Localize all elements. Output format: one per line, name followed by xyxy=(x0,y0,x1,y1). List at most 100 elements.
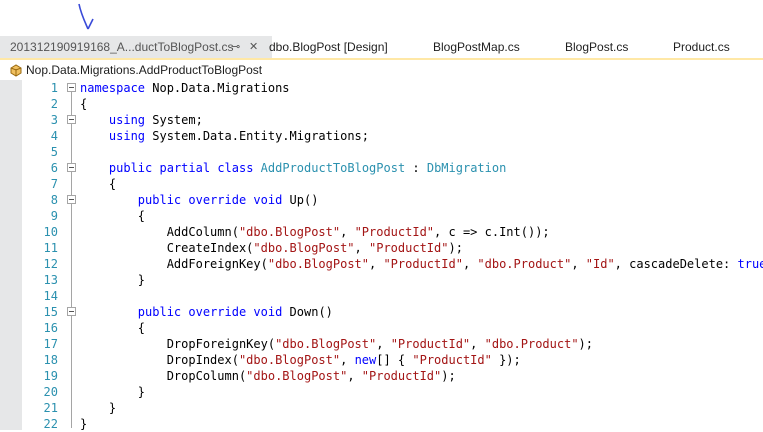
code-line[interactable]: 12 AddForeignKey("dbo.BlogPost", "Produc… xyxy=(0,256,763,272)
code-line[interactable]: 14 xyxy=(0,288,763,304)
code-token: , xyxy=(376,337,390,351)
code-token: "dbo.Product" xyxy=(485,337,579,351)
code-token: , xyxy=(571,257,585,271)
code-token: public xyxy=(138,305,181,319)
code-line[interactable]: 5 xyxy=(0,144,763,160)
line-number: 17 xyxy=(22,336,58,352)
collapse-icon[interactable] xyxy=(67,195,76,204)
tab-product[interactable]: Product.cs xyxy=(673,36,730,58)
code-text: public partial class AddProductToBlogPos… xyxy=(80,160,506,176)
code-line[interactable]: 11 CreateIndex("dbo.BlogPost", "ProductI… xyxy=(0,240,763,256)
code-line[interactable]: 6 public partial class AddProductToBlogP… xyxy=(0,160,763,176)
code-token: , cascadeDelete: xyxy=(615,257,738,271)
code-line[interactable]: 18 DropIndex("dbo.BlogPost", new[] { "Pr… xyxy=(0,352,763,368)
tab-blogpost-design[interactable]: dbo.BlogPost [Design] xyxy=(269,36,388,58)
code-token: using xyxy=(109,113,145,127)
code-token: DropForeignKey( xyxy=(80,337,275,351)
code-token: override xyxy=(188,305,246,319)
code-token: partial xyxy=(160,161,211,175)
code-token: "dbo.BlogPost" xyxy=(268,257,369,271)
code-token: , xyxy=(340,225,354,239)
line-number: 18 xyxy=(22,352,58,368)
code-token: } xyxy=(80,417,87,431)
code-line[interactable]: 1namespace Nop.Data.Migrations xyxy=(0,80,763,96)
line-number: 5 xyxy=(22,144,58,160)
code-token: "ProductId" xyxy=(383,257,462,271)
code-line[interactable]: 13 } xyxy=(0,272,763,288)
code-line[interactable]: 20 } xyxy=(0,384,763,400)
code-text: } xyxy=(80,272,145,288)
line-number: 20 xyxy=(22,384,58,400)
code-token: public xyxy=(138,193,181,207)
collapse-icon[interactable] xyxy=(67,307,76,316)
pin-icon[interactable]: ⊸ xyxy=(231,36,240,58)
tab-label: BlogPost.cs xyxy=(565,40,628,54)
code-text: CreateIndex("dbo.BlogPost", "ProductId")… xyxy=(80,240,463,256)
code-line[interactable]: 15 public override void Down() xyxy=(0,304,763,320)
code-token: "ProductId" xyxy=(369,241,448,255)
code-token: "dbo.BlogPost" xyxy=(239,353,340,367)
code-token: AddColumn( xyxy=(80,225,239,239)
line-number: 12 xyxy=(22,256,58,272)
code-line[interactable]: 17 DropForeignKey("dbo.BlogPost", "Produ… xyxy=(0,336,763,352)
code-token: "ProductId" xyxy=(391,337,470,351)
line-number: 19 xyxy=(22,368,58,384)
line-number: 7 xyxy=(22,176,58,192)
line-number: 11 xyxy=(22,240,58,256)
code-token: : xyxy=(405,161,427,175)
code-token: "dbo.BlogPost" xyxy=(253,241,354,255)
code-token: System.Data.Entity.Migrations; xyxy=(145,129,369,143)
close-icon[interactable]: ✕ xyxy=(249,36,258,58)
code-editor[interactable]: 1namespace Nop.Data.Migrations2{3 using … xyxy=(0,80,763,430)
hand-drawn-arrow-icon xyxy=(76,2,96,34)
line-number: 13 xyxy=(22,272,58,288)
code-token: Up() xyxy=(282,193,318,207)
top-strip xyxy=(0,0,763,36)
class-selector-label: Nop.Data.Migrations.AddProductToBlogPost xyxy=(26,60,262,80)
code-line[interactable]: 21 } xyxy=(0,400,763,416)
tab-migration-file[interactable]: 201312190919168_A...ductToBlogPost.cs ⊸ … xyxy=(0,36,272,58)
code-line[interactable]: 16 { xyxy=(0,320,763,336)
code-token: }); xyxy=(492,353,521,367)
code-token: , xyxy=(369,257,383,271)
tab-blogpostmap[interactable]: BlogPostMap.cs xyxy=(433,36,520,58)
line-number: 8 xyxy=(22,192,58,208)
code-token: namespace xyxy=(80,81,145,95)
line-number: 9 xyxy=(22,208,58,224)
code-line[interactable]: 10 AddColumn("dbo.BlogPost", "ProductId"… xyxy=(0,224,763,240)
code-line[interactable]: 7 { xyxy=(0,176,763,192)
code-text: namespace Nop.Data.Migrations xyxy=(80,80,290,96)
code-token: "Id" xyxy=(586,257,615,271)
code-line[interactable]: 19 DropColumn("dbo.BlogPost", "ProductId… xyxy=(0,368,763,384)
code-text: public override void Down() xyxy=(80,304,333,320)
code-token: "ProductId" xyxy=(362,369,441,383)
line-number: 10 xyxy=(22,224,58,240)
code-text: } xyxy=(80,384,145,400)
document-tab-bar: 201312190919168_A...ductToBlogPost.cs ⊸ … xyxy=(0,36,763,60)
code-line[interactable]: 9 { xyxy=(0,208,763,224)
collapse-icon[interactable] xyxy=(67,163,76,172)
code-token: Nop.Data.Migrations xyxy=(145,81,290,95)
code-line[interactable]: 2{ xyxy=(0,96,763,112)
navigation-bar[interactable]: Nop.Data.Migrations.AddProductToBlogPost xyxy=(0,60,763,81)
collapse-icon[interactable] xyxy=(67,115,76,124)
code-token: } xyxy=(80,273,145,287)
code-line[interactable]: 3 using System; xyxy=(0,112,763,128)
code-token: "dbo.BlogPost" xyxy=(246,369,347,383)
collapse-icon[interactable] xyxy=(67,83,76,92)
code-token: } xyxy=(80,401,116,415)
code-text: { xyxy=(80,208,145,224)
code-token: DropIndex( xyxy=(80,353,239,367)
code-token: , xyxy=(355,241,369,255)
tab-blogpost[interactable]: BlogPost.cs xyxy=(565,36,628,58)
code-text: } xyxy=(80,400,116,416)
code-line[interactable]: 4 using System.Data.Entity.Migrations; xyxy=(0,128,763,144)
tab-label: Product.cs xyxy=(673,40,730,54)
code-line[interactable]: 8 public override void Up() xyxy=(0,192,763,208)
line-number: 15 xyxy=(22,304,58,320)
code-token: public xyxy=(109,161,152,175)
code-text: AddColumn("dbo.BlogPost", "ProductId", c… xyxy=(80,224,550,240)
code-token: { xyxy=(80,177,116,191)
code-text: public override void Up() xyxy=(80,192,318,208)
line-number: 3 xyxy=(22,112,58,128)
